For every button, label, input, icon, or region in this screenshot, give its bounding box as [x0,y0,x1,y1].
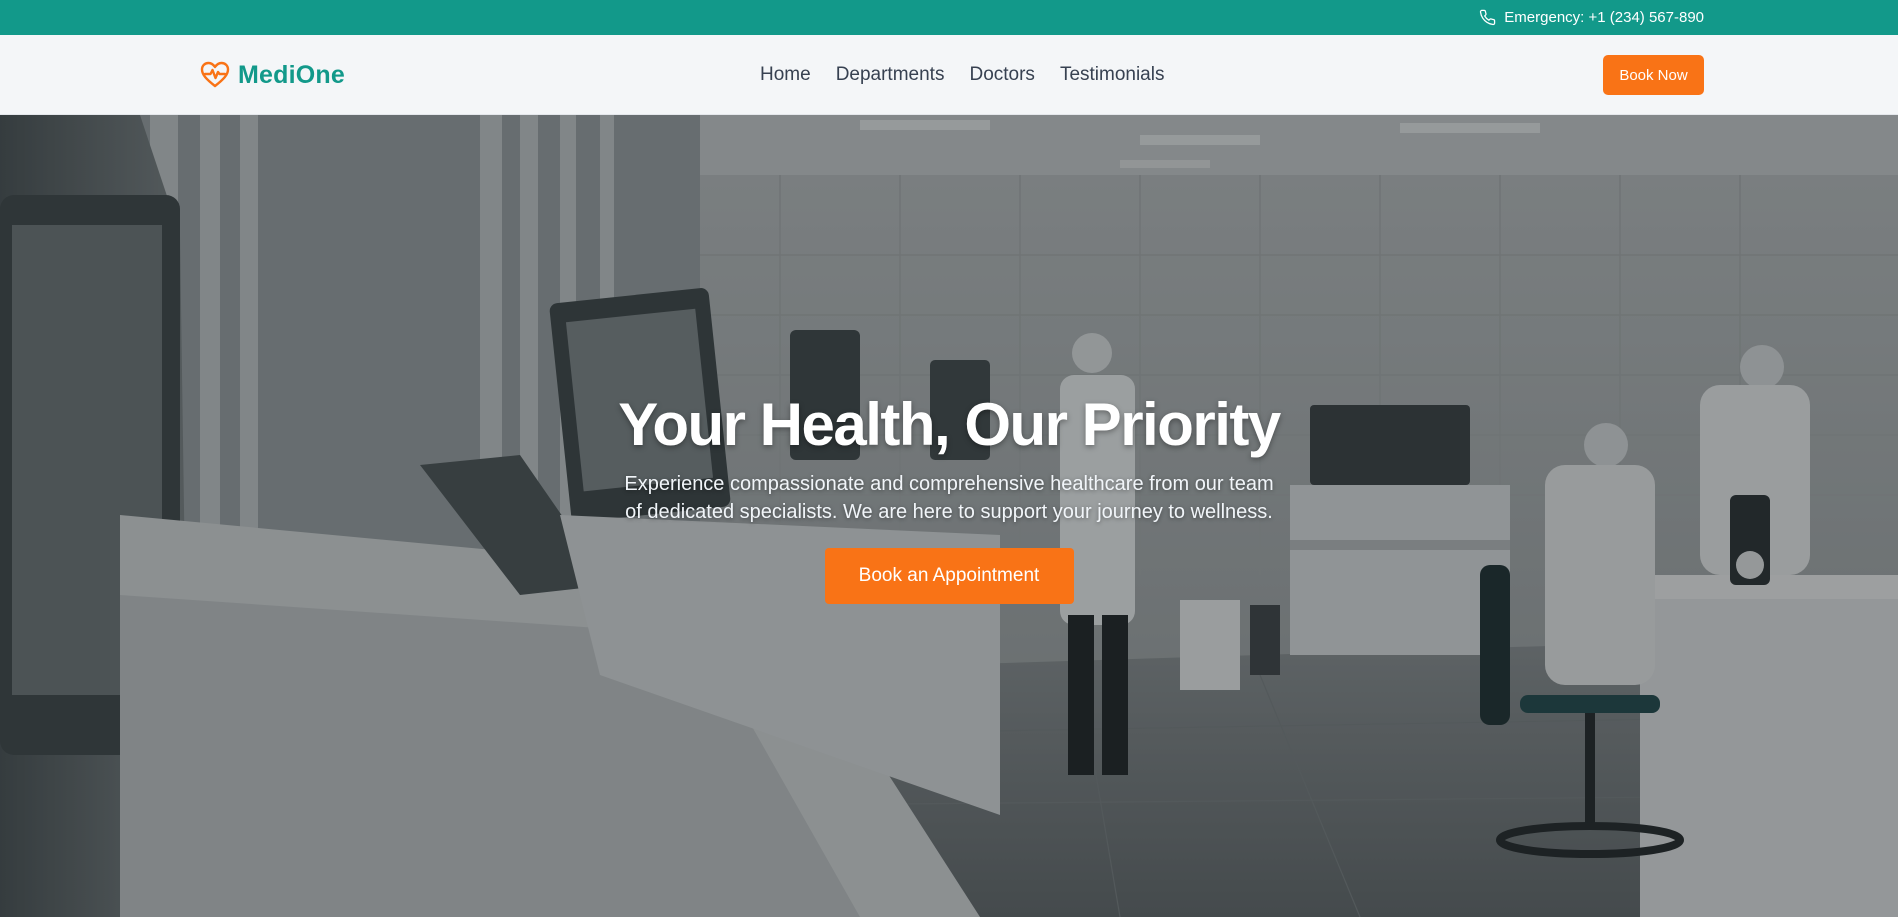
hero-section: Your Health, Our Priority Experience com… [0,115,1898,917]
logo-link[interactable]: MediOne [200,59,345,91]
nav-link-departments[interactable]: Departments [836,64,945,86]
phone-icon [1479,9,1496,26]
nav-link-testimonials[interactable]: Testimonials [1060,64,1165,86]
main-nav: Home Departments Doctors Testimonials [760,35,1164,115]
heart-pulse-icon [200,61,230,89]
logo-text: MediOne [238,60,345,89]
site-header: MediOne Home Departments Doctors Testimo… [0,35,1898,115]
emergency-contact[interactable]: Emergency: +1 (234) 567-890 [1479,0,1704,35]
emergency-phone-text: Emergency: +1 (234) 567-890 [1504,9,1704,26]
hero-content: Your Health, Our Priority Experience com… [549,390,1349,604]
hero-title: Your Health, Our Priority [618,391,1281,458]
book-now-button[interactable]: Book Now [1603,55,1704,95]
nav-link-home[interactable]: Home [760,64,811,86]
nav-link-doctors[interactable]: Doctors [969,64,1034,86]
hero-subtitle: Experience compassionate and comprehensi… [624,473,1274,523]
book-appointment-button[interactable]: Book an Appointment [824,548,1074,604]
emergency-bar: Emergency: +1 (234) 567-890 [0,0,1898,35]
